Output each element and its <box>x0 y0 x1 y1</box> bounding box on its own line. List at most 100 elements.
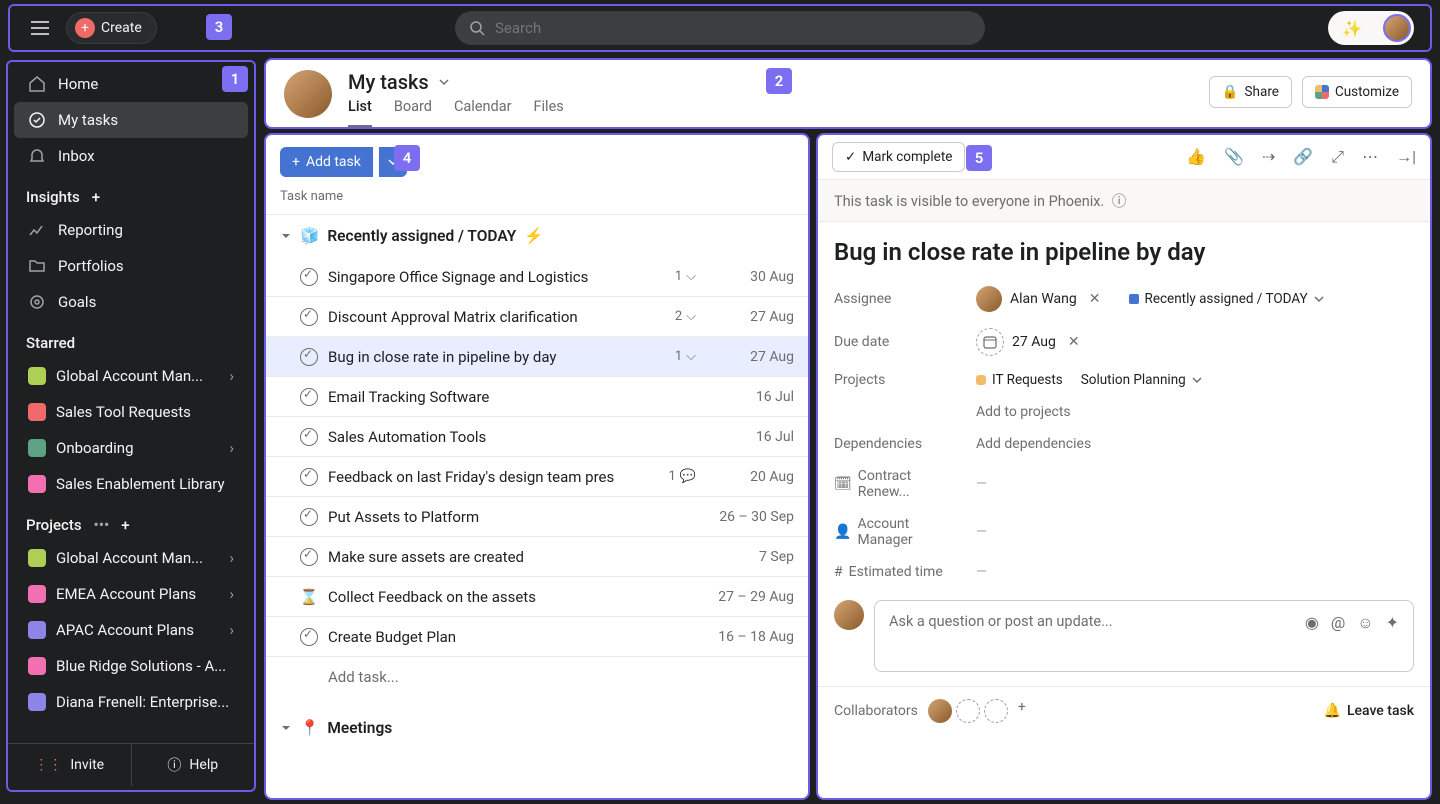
check-circle-icon <box>28 111 46 129</box>
nav-my-tasks[interactable]: My tasks <box>14 102 248 138</box>
nav-portfolios[interactable]: Portfolios <box>14 248 248 284</box>
more-icon[interactable]: ⋯ <box>1362 147 1378 167</box>
nav-inbox[interactable]: Inbox <box>14 138 248 174</box>
record-icon[interactable]: ◉ <box>1305 613 1319 632</box>
close-icon[interactable]: ✕ <box>1068 334 1080 350</box>
sidebar-project-item[interactable]: Blue Ridge Solutions - A... <box>14 648 248 684</box>
complete-toggle[interactable] <box>300 468 318 486</box>
check-icon: ✓ <box>845 149 856 165</box>
more-icon[interactable]: ••• <box>94 516 110 534</box>
complete-toggle[interactable] <box>300 388 318 406</box>
task-row[interactable]: Sales Automation Tools16 Jul <box>266 417 808 457</box>
emoji-icon[interactable]: ☺ <box>1357 613 1373 633</box>
calendar-icon: 🗓 <box>834 476 852 492</box>
search-input[interactable] <box>495 19 971 37</box>
section-header[interactable]: 📍 Meetings <box>266 707 808 749</box>
complete-toggle[interactable] <box>300 348 318 366</box>
subtask-icon[interactable]: ⇢ <box>1262 147 1275 167</box>
invite-button[interactable]: ⋮⋮ Invite <box>8 744 132 786</box>
sidebar-project-item[interactable]: Sales Enablement Library <box>14 466 248 502</box>
task-date: 27 Aug <box>714 349 794 365</box>
complete-toggle[interactable] <box>300 508 318 526</box>
complete-toggle[interactable] <box>300 268 318 286</box>
nav-reporting[interactable]: Reporting <box>14 212 248 248</box>
expand-icon[interactable]: ⤢ <box>1331 147 1344 167</box>
nav-goals[interactable]: Goals <box>14 284 248 320</box>
nav-home[interactable]: Home <box>14 66 248 102</box>
sidebar-project-item[interactable]: EMEA Account Plans› <box>14 576 248 612</box>
task-row[interactable]: Create Budget Plan16 – 18 Aug <box>266 617 808 657</box>
nav-label: Home <box>58 75 98 93</box>
tab-board[interactable]: Board <box>394 98 432 127</box>
task-row[interactable]: Email Tracking Software16 Jul <box>266 377 808 417</box>
project-label: APAC Account Plans <box>56 621 194 639</box>
close-icon[interactable]: ✕ <box>1089 291 1101 307</box>
mention-icon[interactable]: @ <box>1331 613 1345 632</box>
field-contract-renewal[interactable]: 🗓Contract Renew... — <box>818 460 1430 508</box>
hamburger-icon[interactable] <box>26 14 54 42</box>
task-row[interactable]: Bug in close rate in pipeline by day1 ⌵2… <box>266 337 808 377</box>
subtask-count: 1 💬 <box>669 469 697 484</box>
task-title[interactable]: Bug in close rate in pipeline by day <box>818 222 1430 278</box>
share-button[interactable]: 🔒 Share <box>1209 76 1292 108</box>
attachment-icon[interactable]: 📎 <box>1224 147 1244 167</box>
project-color-icon <box>28 439 46 457</box>
customize-button[interactable]: Customize <box>1302 76 1412 108</box>
task-row[interactable]: Discount Approval Matrix clarification2 … <box>266 297 808 337</box>
field-dependencies[interactable]: Dependencies Add dependencies <box>818 428 1430 460</box>
sidebar-project-item[interactable]: Onboarding› <box>14 430 248 466</box>
sidebar-project-item[interactable]: Sales Tool Requests <box>14 394 248 430</box>
project-chip[interactable]: Solution Planning <box>1081 372 1202 388</box>
assignee-chip[interactable]: Alan Wang ✕ <box>976 286 1101 312</box>
add-task-button[interactable]: + Add task <box>280 147 373 177</box>
search-box[interactable] <box>455 11 985 45</box>
complete-toggle[interactable] <box>300 628 318 646</box>
link-icon[interactable]: 🔗 <box>1293 147 1313 167</box>
due-date-chip[interactable]: 27 Aug ✕ <box>976 328 1080 356</box>
help-icon: ⓘ <box>167 755 181 775</box>
avatar[interactable] <box>928 699 952 723</box>
mark-complete-button[interactable]: ✓ Mark complete <box>832 142 965 172</box>
project-label: Sales Tool Requests <box>56 403 191 421</box>
add-collaborator-icon[interactable] <box>956 699 980 723</box>
tab-calendar[interactable]: Calendar <box>454 98 512 127</box>
close-panel-icon[interactable]: →| <box>1396 147 1416 167</box>
field-estimated-time[interactable]: #Estimated time — <box>818 556 1430 588</box>
sidebar-project-item[interactable]: Global Account Man...› <box>14 358 248 394</box>
info-icon[interactable]: ⓘ <box>1112 193 1127 210</box>
task-row[interactable]: Put Assets to Platform26 – 30 Sep <box>266 497 808 537</box>
complete-toggle[interactable] <box>300 308 318 326</box>
field-add-projects[interactable]: Add to projects <box>818 396 1430 428</box>
profile-pill[interactable] <box>1328 11 1414 45</box>
create-button[interactable]: + Create <box>66 12 157 44</box>
tab-files[interactable]: Files <box>534 98 564 127</box>
section-header[interactable]: 🧊 Recently assigned / TODAY ⚡ <box>266 215 808 257</box>
comment-input[interactable]: Ask a question or post an update... ◉ @ … <box>874 600 1414 672</box>
task-row[interactable]: ⌛Collect Feedback on the assets27 – 29 A… <box>266 577 808 617</box>
page-title[interactable]: My tasks <box>348 70 564 94</box>
like-icon[interactable]: 👍 <box>1186 147 1206 167</box>
task-row[interactable]: Make sure assets are created7 Sep <box>266 537 808 577</box>
sidebar-project-item[interactable]: Diana Frenell: Enterprise... <box>14 684 248 720</box>
sidebar-project-item[interactable]: Global Account Man...› <box>14 540 248 576</box>
add-collaborator-icon[interactable] <box>984 699 1008 723</box>
project-chip[interactable]: IT Requests <box>976 372 1063 388</box>
task-name: Make sure assets are created <box>328 548 696 566</box>
complete-toggle[interactable] <box>300 548 318 566</box>
sidebar-project-item[interactable]: APAC Account Plans› <box>14 612 248 648</box>
star-icon[interactable]: ✦ <box>1386 613 1399 632</box>
plus-icon[interactable]: + <box>92 188 100 206</box>
project-label: Blue Ridge Solutions - A... <box>56 657 226 675</box>
section-chip[interactable]: Recently assigned / TODAY <box>1129 291 1324 307</box>
help-button[interactable]: ⓘ Help <box>132 744 255 786</box>
plus-icon[interactable]: + <box>1018 699 1026 723</box>
tab-list[interactable]: List <box>348 98 372 127</box>
calendar-icon <box>976 328 1004 356</box>
task-row[interactable]: Singapore Office Signage and Logistics1 … <box>266 257 808 297</box>
leave-task-button[interactable]: 🔔 Leave task <box>1324 703 1415 719</box>
plus-icon[interactable]: + <box>121 516 129 534</box>
task-row[interactable]: Feedback on last Friday's design team pr… <box>266 457 808 497</box>
field-account-manager[interactable]: 👤Account Manager — <box>818 508 1430 556</box>
complete-toggle[interactable] <box>300 428 318 446</box>
add-task-inline[interactable]: Add task... <box>266 657 808 697</box>
